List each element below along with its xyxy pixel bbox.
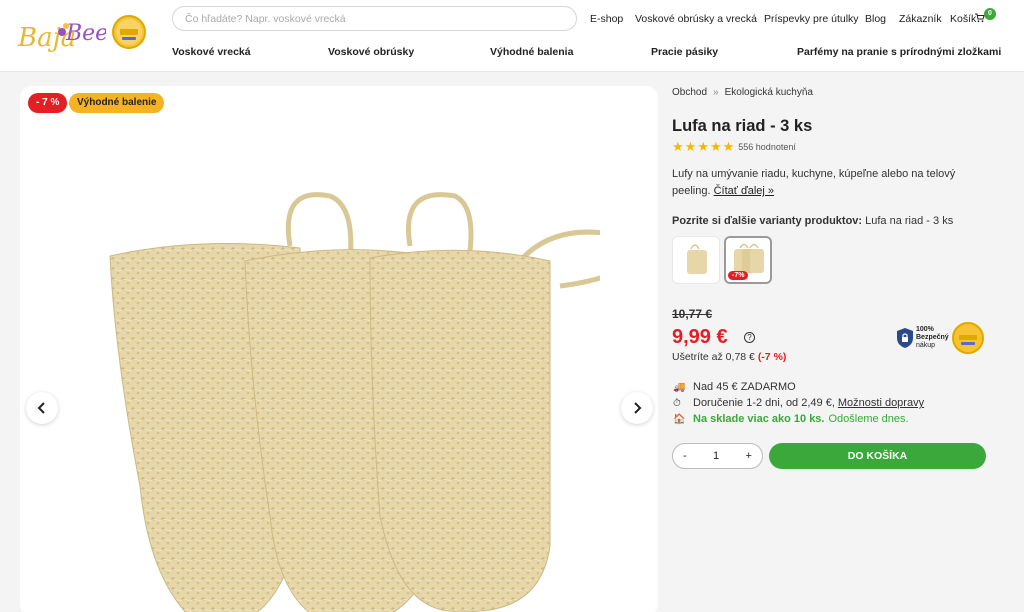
savings-amount: Ušetríte až 0,78 € <box>672 351 755 363</box>
current-price: 9,99 € <box>672 326 728 348</box>
star-icon: ★ <box>672 139 684 154</box>
secure-title: 100% <box>916 326 934 333</box>
nav-cart[interactable]: Košík <box>950 13 976 25</box>
clock-icon: ⏱ <box>673 397 681 409</box>
logo-graphic: Baja Bee <box>17 21 108 53</box>
discount-badge: - 7 % <box>28 93 68 113</box>
shipping-options-link[interactable]: Možnosti dopravy <box>838 397 924 409</box>
category-value-packs[interactable]: Výhodné balenia <box>490 46 573 58</box>
category-wax-wraps[interactable]: Voskové obrúsky <box>328 46 414 58</box>
nav-wax-wraps[interactable]: Voskové obrúsky a vrecká <box>635 13 757 25</box>
rating-count[interactable]: 556 hodnotení <box>738 142 796 152</box>
search-box[interactable] <box>172 6 577 31</box>
quantity-stepper[interactable]: - 1 + <box>672 443 763 469</box>
trust-badge-icon[interactable] <box>112 15 146 49</box>
variant-discount-badge: -7% <box>728 271 749 280</box>
svg-text:Bee: Bee <box>65 21 106 46</box>
savings-percent: (-7 %) <box>757 351 787 363</box>
shield-lock-icon <box>897 328 913 348</box>
free-shipping-row: 🚚 Nad 45 € ZADARMO <box>673 381 796 393</box>
ship-today-text: Odošleme dnes. <box>828 413 909 425</box>
secure-line1: Bezpečný <box>916 334 949 341</box>
chevron-left-icon <box>37 402 45 414</box>
secure-line2: nákup <box>916 342 936 349</box>
star-icon: ★ <box>722 139 735 154</box>
star-icon: ★ <box>684 139 697 154</box>
qty-value[interactable]: 1 <box>713 450 719 462</box>
free-shipping-text: Nad 45 € ZADARMO <box>693 381 796 393</box>
star-icon: ★ <box>709 139 722 154</box>
nav-customer[interactable]: Zákazník <box>899 13 942 25</box>
product-image-luffa-sponges[interactable] <box>80 186 600 612</box>
product-gallery: - 7 % Výhodné balenie <box>20 86 658 612</box>
product-rating[interactable]: ★ ★ ★ ★ ★ 556 hodnotení <box>672 139 796 155</box>
site-header: Baja Bee E-shop Voskové obrúsky a vrecká… <box>0 0 1024 72</box>
stock-row: 🏠 Na sklade viac ako 10 ks. Odošleme dne… <box>673 413 909 425</box>
delivery-row: ⏱ Doručenie 1-2 dni, od 2,49 €, Možnosti… <box>673 397 924 409</box>
old-price: 10,77 € <box>672 307 713 321</box>
variants-label: Pozrite si ďalšie varianty produktov: Lu… <box>672 215 953 227</box>
qty-minus-button[interactable]: - <box>683 450 687 462</box>
breadcrumb-separator: » <box>713 87 719 98</box>
nav-eshop[interactable]: E-shop <box>590 13 623 25</box>
category-laundry-perfumes[interactable]: Parfémy na pranie s prírodnými zložkami <box>797 46 1001 58</box>
search-input[interactable] <box>173 7 576 30</box>
add-to-cart-button[interactable]: DO KOŠÍKA <box>769 443 986 469</box>
nav-shelter-donations[interactable]: Príspevky pre útulky <box>764 13 859 25</box>
trusted-shop-badge-icon[interactable] <box>952 322 984 354</box>
qty-plus-button[interactable]: + <box>746 450 752 462</box>
nav-blog[interactable]: Blog <box>865 13 886 25</box>
breadcrumb-eco-kitchen[interactable]: Ekologická kuchyňa <box>725 87 813 98</box>
value-pack-badge: Výhodné balenie <box>69 93 165 113</box>
chevron-right-icon <box>634 402 642 414</box>
price-help-icon[interactable]: ? <box>744 332 755 343</box>
variants-heading: Pozrite si ďalšie varianty produktov: <box>672 215 863 227</box>
product-description: Lufy na umývanie riadu, kuchyne, kúpeľne… <box>672 166 992 200</box>
breadcrumb-shop[interactable]: Obchod <box>672 87 707 98</box>
brand-logo[interactable]: Baja Bee <box>16 10 108 58</box>
gallery-next-button[interactable] <box>621 392 653 424</box>
cart-count-badge: 0 <box>984 8 996 20</box>
variants-selected-name: Lufa na riad - 3 ks <box>865 215 954 227</box>
gallery-prev-button[interactable] <box>26 392 58 424</box>
delivery-text: Doručenie 1-2 dni, od 2,49 €, <box>693 397 835 409</box>
variant-single[interactable] <box>672 236 720 284</box>
savings-text: Ušetríte až 0,78 € (-7 %) <box>672 351 786 363</box>
breadcrumb: Obchod » Ekologická kuchyňa <box>672 87 813 98</box>
variant-thumbnail <box>687 244 707 274</box>
variant-3-pack[interactable]: -7% <box>724 236 772 284</box>
warehouse-icon: 🏠 <box>673 413 686 425</box>
category-wax-bags[interactable]: Voskové vrecká <box>172 46 251 58</box>
product-title: Lufa na riad - 3 ks <box>672 117 813 135</box>
star-icon: ★ <box>697 139 709 154</box>
read-more-link[interactable]: Čítať ďalej » <box>714 185 774 197</box>
stock-status: Na sklade viac ako 10 ks. <box>693 413 825 425</box>
category-laundry-strips[interactable]: Pracie pásiky <box>651 46 718 58</box>
truck-icon: 🚚 <box>673 381 686 393</box>
